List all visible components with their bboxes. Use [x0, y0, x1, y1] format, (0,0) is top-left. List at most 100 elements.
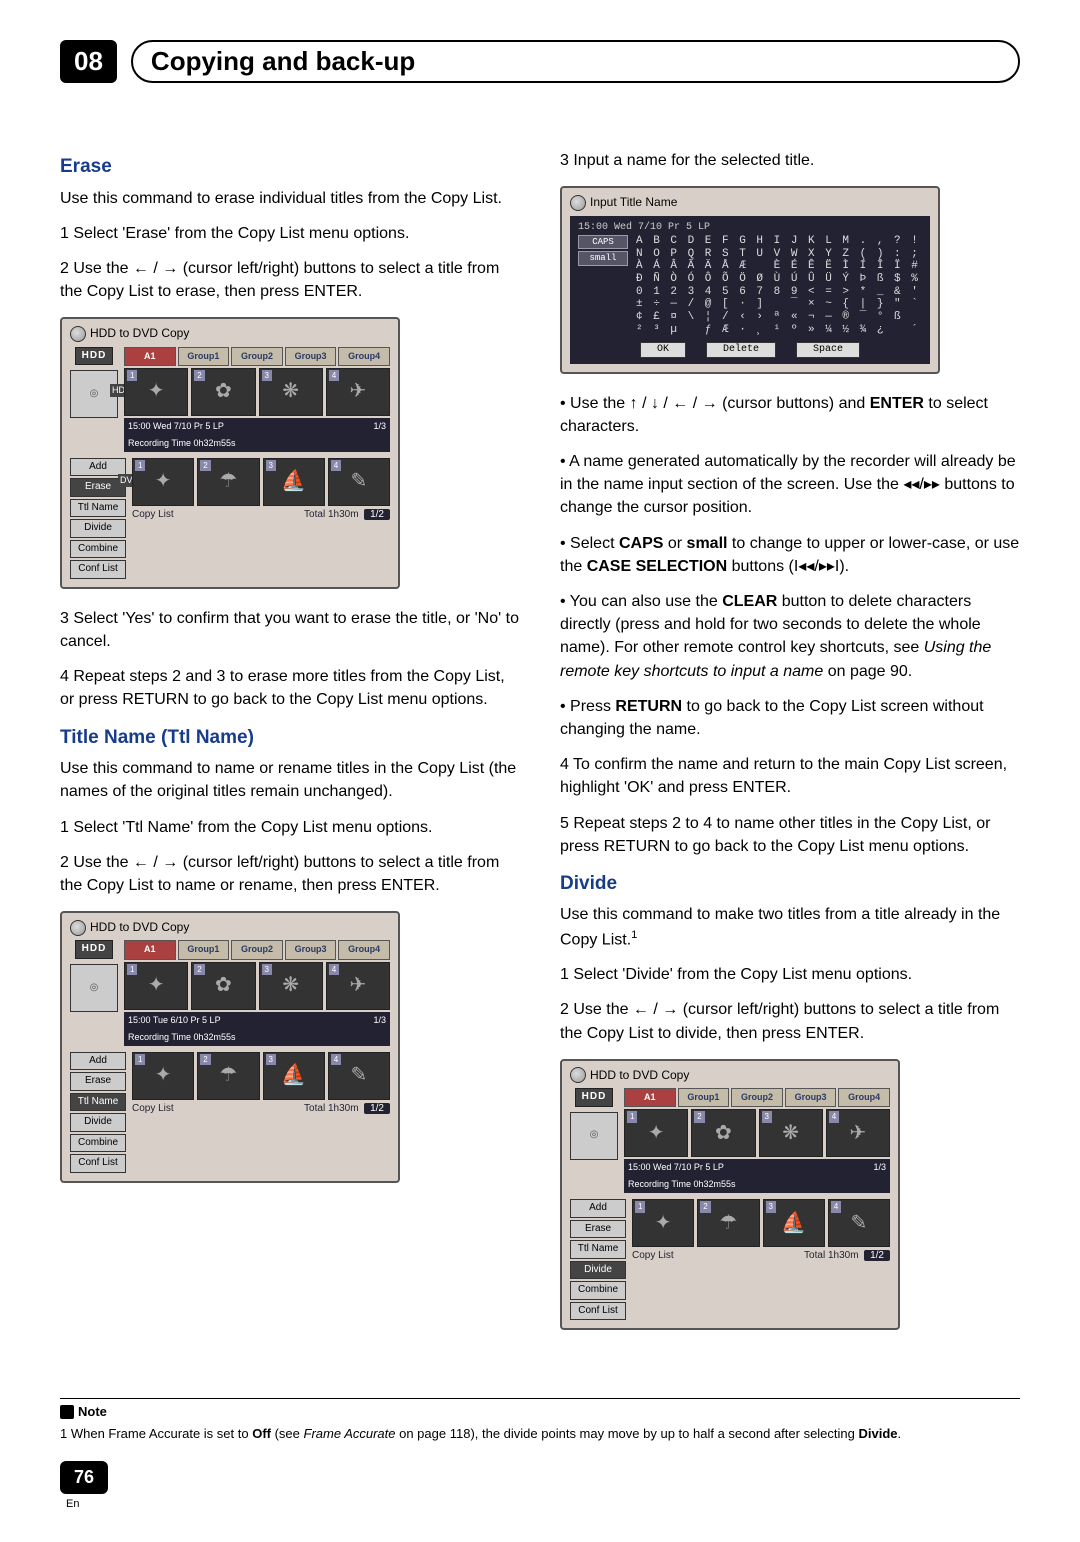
side-combine: Combine	[570, 1281, 626, 1300]
erase-intro: Use this command to erase individual tit…	[60, 187, 520, 210]
thumb: ✦	[632, 1199, 694, 1247]
screen-caption: HDD to DVD Copy	[70, 325, 390, 342]
next-icon	[819, 558, 840, 575]
side-add: Add	[570, 1199, 626, 1218]
tab-group2: Group2	[231, 940, 283, 959]
bullet-4: • You can also use the CLEAR button to d…	[560, 590, 1020, 683]
rec-ratio: 1/3	[873, 1161, 886, 1174]
footer-total: Total 1h30m	[304, 509, 358, 520]
footer-copylist: Copy List	[632, 1249, 674, 1264]
thumb: ✦	[132, 1052, 194, 1100]
rec-time: Recording Time 0h32m55s	[628, 1178, 736, 1191]
thumb: ✦	[624, 1109, 688, 1157]
thumb: ⛵	[263, 1052, 325, 1100]
divide-intro: Use this command to make two titles from…	[560, 903, 1020, 951]
thumb: ✈	[326, 368, 390, 416]
thumb: ⛵	[763, 1199, 825, 1247]
tab-group4: Group4	[838, 1088, 890, 1107]
bullet-3: • Select CAPS or small to change to uppe…	[560, 532, 1020, 578]
tab-group1: Group1	[178, 347, 230, 366]
rec-ratio: 1/3	[373, 420, 386, 433]
side-conf: Conf List	[70, 1154, 126, 1173]
side-divide: Divide	[70, 1113, 126, 1132]
thumb: ✦	[132, 458, 194, 506]
tab-group3: Group3	[785, 1088, 837, 1107]
footer-copylist: Copy List	[132, 508, 174, 523]
chapter-title-pill: Copying and back-up	[131, 40, 1020, 83]
side-add: Add	[70, 1052, 126, 1071]
erase-step-2: 2 Use the ← / → (cursor left/right) butt…	[60, 257, 520, 303]
erase-heading: Erase	[60, 153, 520, 181]
space-button: Space	[796, 342, 860, 358]
page-lang: En	[66, 1498, 79, 1510]
erase-step-3: 3 Select 'Yes' to confirm that you want …	[60, 607, 520, 653]
rec-ratio: 1/3	[373, 1014, 386, 1027]
delete-button: Delete	[706, 342, 776, 358]
side-ttl: Ttl Name	[70, 499, 126, 518]
tab-group4: Group4	[338, 940, 390, 959]
thumb: ✿	[691, 1109, 755, 1157]
tab-group2: Group2	[231, 347, 283, 366]
tab-a1: A1	[624, 1088, 676, 1107]
thumb: ❋	[759, 1109, 823, 1157]
tab-a1: A1	[124, 940, 176, 959]
ttlname-screenshot: HDD to DVD Copy HDD ◎ A1 Group1 Group2 G…	[60, 911, 400, 1183]
rec-datetime: 15:00 Tue 6/10 Pr 5 LP	[128, 1014, 221, 1027]
side-erase: Erase	[570, 1220, 626, 1239]
tab-a1: A1	[124, 347, 176, 366]
rec-datetime: 15:00 Wed 7/10 Pr 5 LP	[628, 1161, 724, 1174]
bullet-1: • Use the ↑ / ↓ / ← / → (cursor buttons)…	[560, 392, 1020, 438]
side-combine: Combine	[70, 540, 126, 559]
rewind-icon	[903, 476, 919, 493]
thumb: ✿	[191, 962, 255, 1010]
thumb: ✦	[124, 368, 188, 416]
side-erase: Erase	[70, 1072, 126, 1091]
disc-icon: ◎	[70, 964, 118, 1012]
screen-caption: HDD to DVD Copy	[570, 1067, 890, 1084]
bullet-5: • Press RETURN to go back to the Copy Li…	[560, 695, 1020, 741]
thumb: ❋	[259, 962, 323, 1010]
thumb: ✎	[328, 458, 390, 506]
side-divide: Divide	[70, 519, 126, 538]
input-step-4: 4 To confirm the name and return to the …	[560, 753, 1020, 799]
thumb: ☂	[197, 1052, 259, 1100]
ttl-intro: Use this command to name or rename title…	[60, 757, 520, 803]
small-button: small	[578, 251, 628, 265]
thumb: ☂	[697, 1199, 759, 1247]
divide-screenshot: HDD to DVD Copy HDD ◎ A1 Group1 Group2 G…	[560, 1059, 900, 1331]
tab-group2: Group2	[731, 1088, 783, 1107]
disc-icon: ◎	[570, 1112, 618, 1160]
side-ttl: Ttl Name	[570, 1240, 626, 1259]
ttl-heading: Title Name (Ttl Name)	[60, 724, 520, 752]
tab-group3: Group3	[285, 940, 337, 959]
right-column: 3 Input a name for the selected title. I…	[560, 143, 1020, 1348]
footnote-bar: Note 1 When Frame Accurate is set to Off…	[60, 1398, 1020, 1442]
chapter-title: Copying and back-up	[151, 46, 415, 77]
side-divide: Divide	[570, 1261, 626, 1280]
page-number: 76	[60, 1461, 108, 1494]
chapter-number-badge: 08	[60, 40, 117, 83]
hdd-badge: HDD	[75, 940, 114, 959]
input-step-3: 3 Input a name for the selected title.	[560, 149, 1020, 172]
tab-group4: Group4	[338, 347, 390, 366]
footer-ratio: 1/2	[364, 1103, 390, 1114]
thumb: ✈	[826, 1109, 890, 1157]
input-title-screenshot: Input Title Name 15:00 Wed 7/10 Pr 5 LP …	[560, 186, 940, 374]
note-badge: Note	[60, 1403, 107, 1421]
char-grid: A B C D E F G H I J K L M . , ? ! N O P …	[636, 235, 922, 336]
hdd-badge: HDD	[75, 347, 114, 366]
divide-step-1: 1 Select 'Divide' from the Copy List men…	[560, 963, 1020, 986]
erase-screenshot: HDD to DVD Copy HDD ◎ A1 Group1 Group2 G…	[60, 317, 400, 589]
ffwd-icon	[924, 476, 940, 493]
side-conf: Conf List	[70, 560, 126, 579]
rec-time: Recording Time 0h32m55s	[128, 1031, 236, 1044]
footer-ratio: 1/2	[364, 509, 390, 520]
thumb: ❋	[259, 368, 323, 416]
thumb: ✦	[124, 962, 188, 1010]
footer-copylist: Copy List	[132, 1102, 174, 1117]
input-step-5: 5 Repeat steps 2 to 4 to name other titl…	[560, 812, 1020, 858]
ttl-step-1: 1 Select 'Ttl Name' from the Copy List m…	[60, 816, 520, 839]
tab-group3: Group3	[285, 347, 337, 366]
tab-group1: Group1	[178, 940, 230, 959]
side-conf: Conf List	[570, 1302, 626, 1321]
